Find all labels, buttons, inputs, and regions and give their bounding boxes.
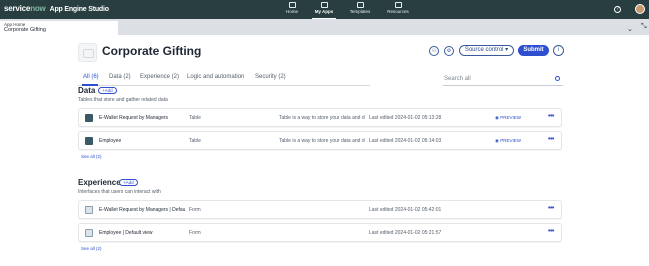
- nav-resources-label: Resources: [387, 9, 409, 14]
- app-home-content: Corporate Gifting ⚇ ⚙ Source control ▾ S…: [0, 35, 649, 266]
- form-icon: [85, 206, 93, 214]
- tab-logic-and-automation[interactable]: Logic and automation: [187, 74, 244, 80]
- add-experience-button[interactable]: +Add: [119, 179, 138, 186]
- brand-name-part-1: service: [4, 4, 31, 13]
- row-type: Form: [189, 230, 201, 236]
- search-placeholder: Search all: [444, 76, 471, 82]
- templates-icon: [356, 2, 364, 8]
- app-home-tab[interactable]: App Home Corporate Gifting: [0, 21, 118, 35]
- table-icon: [85, 114, 93, 122]
- nav-my-apps[interactable]: My Apps: [304, 0, 344, 19]
- info-button[interactable]: i: [553, 45, 564, 56]
- tab-experience[interactable]: Experience (2): [140, 74, 179, 80]
- gear-icon: ⚙: [446, 48, 452, 54]
- app-tab-strip: App Home Corporate Gifting ⌄ ⤡: [0, 19, 649, 35]
- help-icon[interactable]: ?: [614, 6, 621, 13]
- row-type: Table: [189, 138, 201, 144]
- nav-resources[interactable]: Resources: [378, 0, 418, 19]
- tab-security[interactable]: Security (2): [255, 74, 286, 80]
- preview-link[interactable]: ◉ PREVIEW: [495, 138, 521, 144]
- list-item[interactable]: Employee | Default view Form Last edited…: [78, 223, 562, 242]
- nav-my-apps-label: My Apps: [314, 9, 334, 14]
- see-all-experience-link[interactable]: See all (2): [81, 246, 102, 251]
- row-name[interactable]: Employee | Default view: [99, 230, 153, 236]
- preview-label: PREVIEW: [500, 138, 521, 143]
- settings-button[interactable]: ⚙: [444, 46, 454, 56]
- form-icon: [85, 229, 93, 237]
- source-control-dropdown[interactable]: Source control ▾: [459, 45, 514, 56]
- row-last-edited: Last edited 2024-01-02 05:21:57: [369, 230, 442, 236]
- brand-name-part-2: now: [30, 4, 46, 13]
- info-icon: i: [557, 47, 560, 53]
- home-icon: [288, 2, 296, 8]
- data-section-description: Tables that store and gather related dat…: [78, 97, 168, 103]
- row-description: Table is a way to store your data and de…: [279, 115, 365, 121]
- list-item[interactable]: E-Wallet Request by Managers | Default..…: [78, 200, 562, 219]
- row-type: Form: [189, 207, 201, 213]
- user-avatar[interactable]: [635, 4, 645, 14]
- experience-section-description: Interfaces that users can interact with: [78, 189, 161, 195]
- more-options-icon[interactable]: •••: [548, 228, 554, 235]
- tabs-divider: [78, 85, 370, 86]
- see-all-data-link[interactable]: See all (2): [81, 154, 102, 159]
- preview-link[interactable]: ◉ PREVIEW: [495, 115, 521, 121]
- page-title: Corporate Gifting: [102, 44, 202, 58]
- search-icon[interactable]: [555, 76, 560, 81]
- app-logo: [78, 43, 97, 62]
- apps-icon: [320, 2, 328, 8]
- table-row[interactable]: E-Wallet Request by Managers Table Table…: [78, 108, 562, 127]
- more-options-icon[interactable]: •••: [548, 136, 554, 143]
- row-name[interactable]: Employee: [99, 138, 121, 144]
- table-row[interactable]: Employee Table Table is a way to store y…: [78, 131, 562, 150]
- servicenow-logo[interactable]: servicenow App Engine Studio: [4, 4, 109, 13]
- app-home-tab-title: Corporate Gifting: [4, 27, 46, 33]
- table-icon: [85, 137, 93, 145]
- collaborators-button[interactable]: ⚇: [429, 46, 439, 56]
- row-name[interactable]: E-Wallet Request by Managers: [99, 115, 168, 121]
- search-input[interactable]: Search all: [443, 74, 563, 86]
- row-type: Table: [189, 115, 201, 121]
- chevron-down-icon[interactable]: ⌄: [627, 25, 633, 33]
- data-section-title: Data: [78, 86, 96, 95]
- row-description: Table is a way to store your data and de…: [279, 138, 365, 144]
- row-last-edited: Last edited 2024-01-02 05:42:01: [369, 207, 442, 213]
- nav-home-label: Home: [285, 9, 298, 14]
- nav-templates[interactable]: Templates: [340, 0, 380, 19]
- row-last-edited: Last edited 2024-01-02 05:13:28: [369, 115, 442, 121]
- row-name[interactable]: E-Wallet Request by Managers | Default..…: [99, 207, 185, 213]
- tab-all[interactable]: All (6): [83, 74, 99, 80]
- more-options-icon[interactable]: •••: [548, 205, 554, 212]
- more-options-icon[interactable]: •••: [548, 113, 554, 120]
- collaborators-icon: ⚇: [431, 48, 437, 54]
- row-last-edited: Last edited 2024-01-02 05:14:03: [369, 138, 442, 144]
- experience-section-title: Experience: [78, 178, 121, 187]
- submit-button[interactable]: Submit: [518, 45, 549, 56]
- resources-icon: [394, 2, 402, 8]
- add-data-button[interactable]: +Add: [98, 87, 117, 94]
- tab-data[interactable]: Data (2): [109, 74, 131, 80]
- preview-label: PREVIEW: [500, 115, 521, 120]
- nav-templates-label: Templates: [349, 9, 371, 14]
- top-navigation-bar: servicenow App Engine Studio Home My Apps…: [0, 0, 649, 19]
- collapse-icon[interactable]: ⤡: [641, 23, 647, 31]
- product-name: App Engine Studio: [49, 6, 109, 13]
